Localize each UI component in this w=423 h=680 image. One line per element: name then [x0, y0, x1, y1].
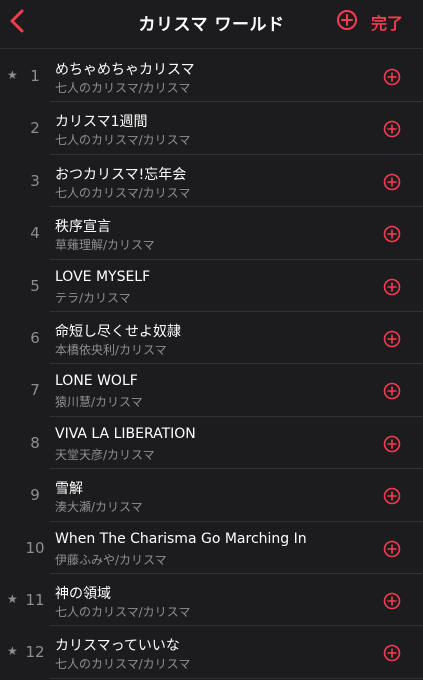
track-number: 5	[30, 276, 40, 295]
track-row[interactable]: 2 カリスマ1週間七人のカリスマ/カリスマ	[0, 102, 423, 155]
track-number: 11	[25, 590, 45, 609]
page-title: カリスマ ワールド	[138, 15, 285, 35]
track-title: カリスマっていいな	[55, 638, 180, 655]
add-track-plus-circle-icon[interactable]	[383, 330, 401, 348]
track-list: ★ 1 めちゃめちゃカリスマ 七人のカリスマ/カリスマ 2 カリスマ1週間 七人のカリスマ/…	[0, 50, 423, 679]
star-icon: ★	[7, 68, 18, 82]
track-row[interactable]: 5 LOVE MYSELF テラ/カリスマ	[0, 260, 423, 312]
track-title: おつカリスマ!忘年会	[55, 166, 187, 183]
track-title: LONE WOLF	[55, 373, 138, 390]
track-artist-album: 猿川慧/カリスマ	[55, 395, 143, 410]
track-row[interactable]: 8 VIVA LA LIBERATION 天堂天彦/カリスマ	[0, 417, 423, 470]
track-artist-album: 七人のカリスマ/カリスマ	[55, 657, 191, 672]
track-artist-album: 湊大瀬/カリスマ	[55, 500, 143, 515]
track-number: 1	[30, 67, 40, 85]
add-track-plus-circle-icon[interactable]	[383, 173, 401, 191]
track-row[interactable]: 9 雪解湊大瀬/カリスマ	[0, 469, 423, 522]
track-row[interactable]: ★ 1 めちゃめちゃカリスマ 七人のカリスマ/カリスマ	[0, 50, 423, 103]
add-track-plus-circle-icon[interactable]	[383, 540, 401, 558]
track-row[interactable]: 4 秩序宣言草薙理解/カリスマ	[0, 207, 423, 260]
track-artist-album: 天堂天彦/カリスマ	[55, 447, 155, 462]
star-icon: ★	[7, 591, 18, 606]
track-title: VIVA LA LIBERATION	[55, 425, 196, 442]
track-number: 4	[30, 224, 40, 243]
track-artist-album: 七人のカリスマ/カリスマ	[55, 133, 191, 148]
track-number: 8	[30, 433, 40, 452]
track-row[interactable]: ★ 12 カリスマっていいな 七人のカリスマ/カリスマ	[0, 626, 423, 679]
track-artist-album: 七人のカリスマ/カリスマ	[55, 185, 191, 200]
track-row[interactable]: 10 When The Charisma Go Marching In 伊藤ふみや/…	[0, 522, 423, 574]
track-number: 2	[30, 119, 40, 138]
track-title: 命短し尽くせよ奴隷	[55, 323, 181, 340]
add-track-plus-circle-icon[interactable]	[383, 487, 401, 505]
row-divider	[50, 677, 423, 679]
track-title: When The Charisma Go Marching In	[55, 530, 307, 547]
track-title: カリスマ1週間	[55, 114, 148, 131]
add-track-plus-circle-icon[interactable]	[383, 68, 401, 86]
add-track-plus-circle-icon[interactable]	[383, 278, 401, 296]
track-title: めちゃめちゃカリスマ	[55, 62, 195, 78]
done-button[interactable]: 完了	[371, 10, 403, 34]
track-row[interactable]: 6 命短し尽くせよ奴隷 本橋依央利/カリスマ	[0, 312, 423, 365]
add-track-plus-circle-icon[interactable]	[383, 120, 401, 138]
track-artist-album: 七人のカリスマ/カリスマ	[55, 81, 191, 95]
add-track-plus-circle-icon[interactable]	[383, 435, 401, 453]
track-title: 神の領域	[55, 585, 111, 602]
add-track-plus-circle-icon[interactable]	[383, 225, 401, 243]
track-number: 6	[30, 328, 40, 347]
track-artist-album: 草薙理解/カリスマ	[55, 238, 155, 253]
nav-bar: カリスマ ワールド 完了	[0, 0, 423, 49]
track-artist-album: 本橋依央利/カリスマ	[55, 342, 167, 357]
track-number: 7	[30, 381, 40, 400]
track-artist-album: テラ/カリスマ	[55, 290, 131, 305]
track-title: 秩序宣言	[55, 219, 111, 236]
track-row[interactable]: 3 おつカリスマ!忘年会 七人のカリスマ/カリスマ	[0, 155, 423, 208]
track-row[interactable]: 7 LONE WOLF 猿川慧/カリスマ	[0, 364, 423, 417]
track-number: 12	[25, 643, 45, 662]
add-all-plus-circle-icon[interactable]	[336, 9, 358, 31]
track-title: 雪解	[55, 481, 83, 498]
track-artist-album: 伊藤ふみや/カリスマ	[55, 552, 167, 567]
track-row[interactable]: ★ 11 神の領域七人のカリスマ/カリスマ	[0, 574, 423, 627]
track-title: LOVE MYSELF	[55, 268, 151, 285]
add-track-plus-circle-icon[interactable]	[383, 382, 401, 400]
track-number: 3	[30, 171, 40, 190]
track-artist-album: 七人のカリスマ/カリスマ	[55, 604, 191, 619]
add-track-plus-circle-icon[interactable]	[383, 644, 401, 662]
star-icon: ★	[7, 644, 18, 659]
add-track-plus-circle-icon[interactable]	[383, 592, 401, 610]
track-number: 10	[25, 538, 45, 557]
track-number: 9	[30, 486, 40, 505]
